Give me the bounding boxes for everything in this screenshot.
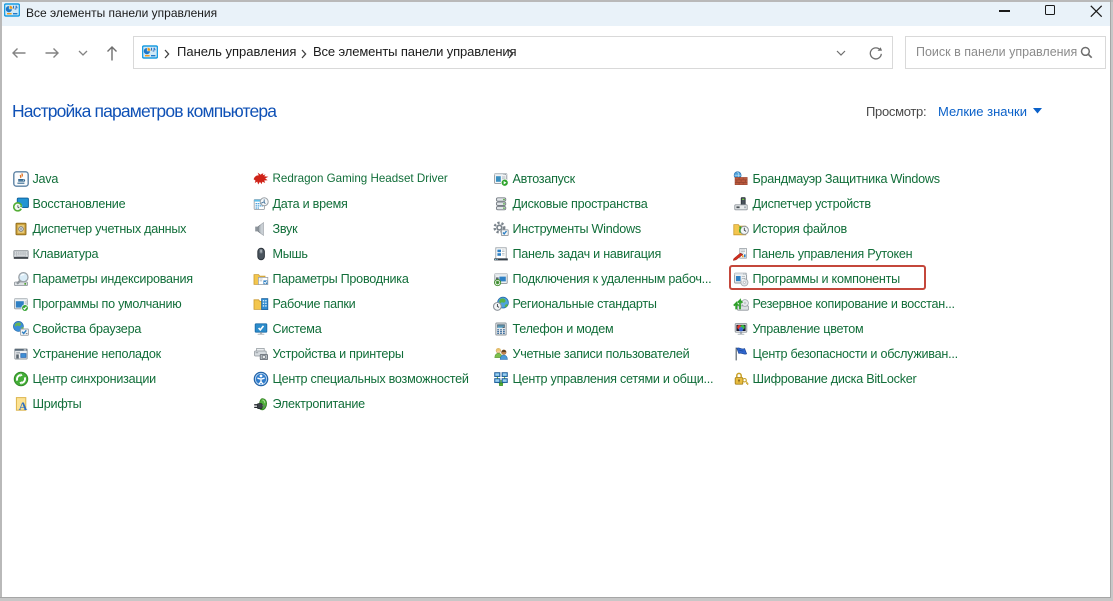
svg-text:A: A: [19, 399, 28, 412]
